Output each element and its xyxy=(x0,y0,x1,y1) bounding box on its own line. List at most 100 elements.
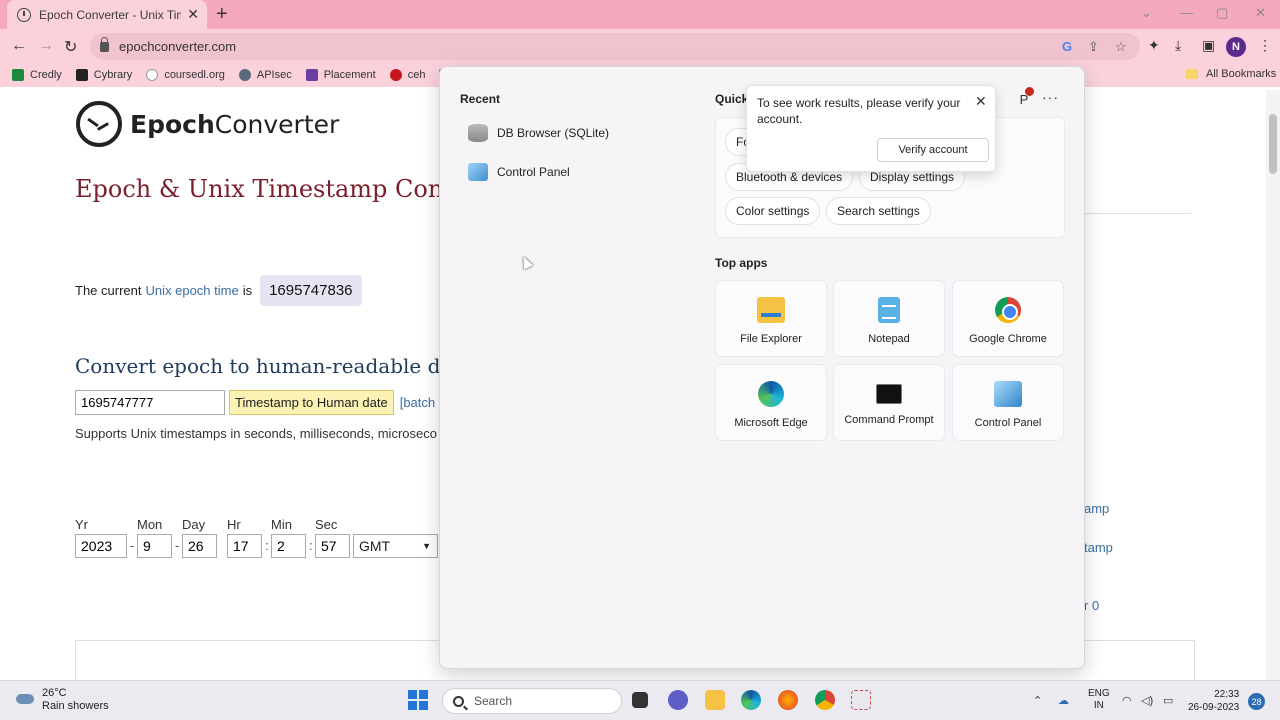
app-control-panel[interactable]: Control Panel xyxy=(952,364,1064,441)
weather-widget[interactable]: 26°C Rain showers xyxy=(14,687,109,713)
hour-input[interactable] xyxy=(227,534,262,558)
notification-count-badge[interactable]: 28 xyxy=(1248,693,1265,710)
minute-label: Min xyxy=(271,517,292,532)
cloud-sync-icon[interactable]: ☁ xyxy=(1058,694,1069,707)
app-google-chrome[interactable]: Google Chrome xyxy=(952,280,1064,357)
recent-item-control-panel[interactable]: Control Panel xyxy=(468,163,570,181)
day-input[interactable] xyxy=(182,534,217,558)
taskbar: 26°C Rain showers Search ⌃ ☁ ENG IN ◠ ◁)… xyxy=(0,680,1280,720)
taskbar-clock[interactable]: 22:33 26-09-2023 xyxy=(1188,688,1239,714)
recent-item-label: Control Panel xyxy=(497,165,570,179)
side-panel-icon[interactable]: ▣ xyxy=(1202,37,1215,54)
logo-rest: Converter xyxy=(214,109,340,139)
all-bookmarks-label: All Bookmarks xyxy=(1206,68,1277,80)
app-label: Microsoft Edge xyxy=(734,417,808,429)
close-popup-icon[interactable]: ✕ xyxy=(975,93,987,110)
recent-item-db-browser[interactable]: DB Browser (SQLite) xyxy=(468,124,609,142)
temperature: 26°C xyxy=(42,687,67,699)
app-notepad[interactable]: Notepad xyxy=(833,280,945,357)
bookmark-credly[interactable]: Credly xyxy=(12,69,62,81)
bookmark-apisec[interactable]: APIsec xyxy=(238,69,292,81)
app-label: Command Prompt xyxy=(844,414,934,426)
right-link-1[interactable]: amp xyxy=(1084,501,1109,516)
google-icon[interactable]: G xyxy=(1062,39,1072,54)
language-indicator[interactable]: ENG IN xyxy=(1088,688,1110,712)
more-options-icon[interactable]: ··· xyxy=(1042,89,1059,105)
month-input[interactable] xyxy=(137,534,172,558)
extensions-icon[interactable]: ✦ xyxy=(1148,37,1160,54)
second-input[interactable] xyxy=(315,534,350,558)
timezone-select[interactable]: GMT ▼ xyxy=(353,534,438,558)
menu-kebab-icon[interactable]: ⋮ xyxy=(1258,37,1272,54)
supports-text: Supports Unix timestamps in seconds, mil… xyxy=(75,426,437,441)
all-bookmarks[interactable]: All Bookmarks xyxy=(1186,68,1276,80)
cybrary-icon xyxy=(75,69,88,81)
close-window-icon[interactable]: ✕ xyxy=(1255,5,1266,21)
site-logo[interactable]: EpochConverter xyxy=(76,101,339,147)
convert-row: Timestamp to Human date [batch xyxy=(75,390,435,415)
back-icon[interactable]: ← xyxy=(11,37,27,55)
verify-account-button[interactable]: Verify account xyxy=(877,138,989,162)
clock-favicon-icon xyxy=(17,7,31,22)
unix-epoch-link[interactable]: Unix epoch time xyxy=(145,283,238,298)
app-file-explorer[interactable]: File Explorer xyxy=(715,280,827,357)
bookmark-placement[interactable]: Placement xyxy=(305,69,376,81)
url-text: epochconverter.com xyxy=(119,39,237,54)
page-scrollbar[interactable] xyxy=(1266,90,1280,680)
profile-avatar[interactable]: N xyxy=(1226,37,1246,57)
edge-taskbar-icon[interactable] xyxy=(741,690,761,710)
forward-icon[interactable]: → xyxy=(38,37,54,55)
task-view-icon[interactable] xyxy=(632,692,648,708)
quick-setting-search[interactable]: Search settings xyxy=(826,197,931,225)
snipping-tool-icon[interactable] xyxy=(851,690,871,710)
convert-heading: Convert epoch to human-readable dat xyxy=(75,354,461,378)
timestamp-input[interactable] xyxy=(75,390,225,415)
battery-icon[interactable]: ▭ xyxy=(1163,694,1173,707)
reload-icon[interactable]: ↻ xyxy=(64,37,77,57)
right-link-2[interactable]: tamp xyxy=(1084,540,1113,555)
quick-setting-color[interactable]: Color settings xyxy=(725,197,821,225)
taskbar-search[interactable]: Search xyxy=(442,688,622,714)
browser-tab[interactable]: Epoch Converter - Unix Timesta ✕ xyxy=(7,0,207,29)
new-tab-icon[interactable]: + xyxy=(216,3,228,26)
minute-input[interactable] xyxy=(271,534,306,558)
share-icon[interactable]: ⇪ xyxy=(1088,39,1099,55)
folder-icon xyxy=(1186,69,1198,79)
bookmark-coursedl[interactable]: coursedl.org xyxy=(146,69,225,81)
maximize-icon[interactable]: ▢ xyxy=(1216,5,1228,21)
address-bar[interactable]: epochconverter.com G ⇪ ☆ xyxy=(90,33,1140,60)
minimize-icon[interactable]: — xyxy=(1180,5,1193,20)
bookmark-ceh[interactable]: ceh xyxy=(389,69,425,81)
app-label: Google Chrome xyxy=(969,333,1047,345)
download-icon[interactable]: ⤓ xyxy=(1175,37,1181,54)
chrome-taskbar-icon[interactable] xyxy=(815,690,835,710)
dropdown-arrow-icon: ▼ xyxy=(422,541,431,551)
timestamp-to-human-button[interactable]: Timestamp to Human date xyxy=(229,390,394,415)
wifi-icon[interactable]: ◠ xyxy=(1122,694,1132,707)
logo-text: EpochConverter xyxy=(130,110,339,139)
windows-start-icon[interactable] xyxy=(408,690,428,710)
lock-icon[interactable] xyxy=(100,36,109,52)
scroll-thumb[interactable] xyxy=(1269,114,1277,174)
app-microsoft-edge[interactable]: Microsoft Edge xyxy=(715,364,827,441)
rain-cloud-icon xyxy=(14,692,36,708)
app-label: File Explorer xyxy=(740,333,802,345)
batch-link[interactable]: [batch xyxy=(400,395,435,410)
year-input[interactable] xyxy=(75,534,127,558)
app-command-prompt[interactable]: Command Prompt xyxy=(833,364,945,441)
file-explorer-taskbar-icon[interactable] xyxy=(705,690,725,710)
right-link-3[interactable]: r 0 xyxy=(1084,598,1099,613)
lang-bottom: IN xyxy=(1093,700,1104,711)
bookmark-cybrary[interactable]: Cybrary xyxy=(75,69,132,81)
divider xyxy=(1085,213,1191,214)
bookmark-star-icon[interactable]: ☆ xyxy=(1115,39,1127,55)
tab-strip: Epoch Converter - Unix Timesta ✕ + ⌄ — ▢… xyxy=(0,0,1280,29)
tab-search-icon[interactable]: ⌄ xyxy=(1141,5,1152,21)
firefox-taskbar-icon[interactable] xyxy=(778,690,798,710)
month-label: Mon xyxy=(137,517,163,532)
teams-chat-icon[interactable] xyxy=(668,690,688,710)
recent-item-label: DB Browser (SQLite) xyxy=(497,126,610,140)
tab-close-icon[interactable]: ✕ xyxy=(187,6,199,23)
volume-icon[interactable]: ◁) xyxy=(1141,694,1153,707)
show-hidden-icons-icon[interactable]: ⌃ xyxy=(1033,694,1042,707)
